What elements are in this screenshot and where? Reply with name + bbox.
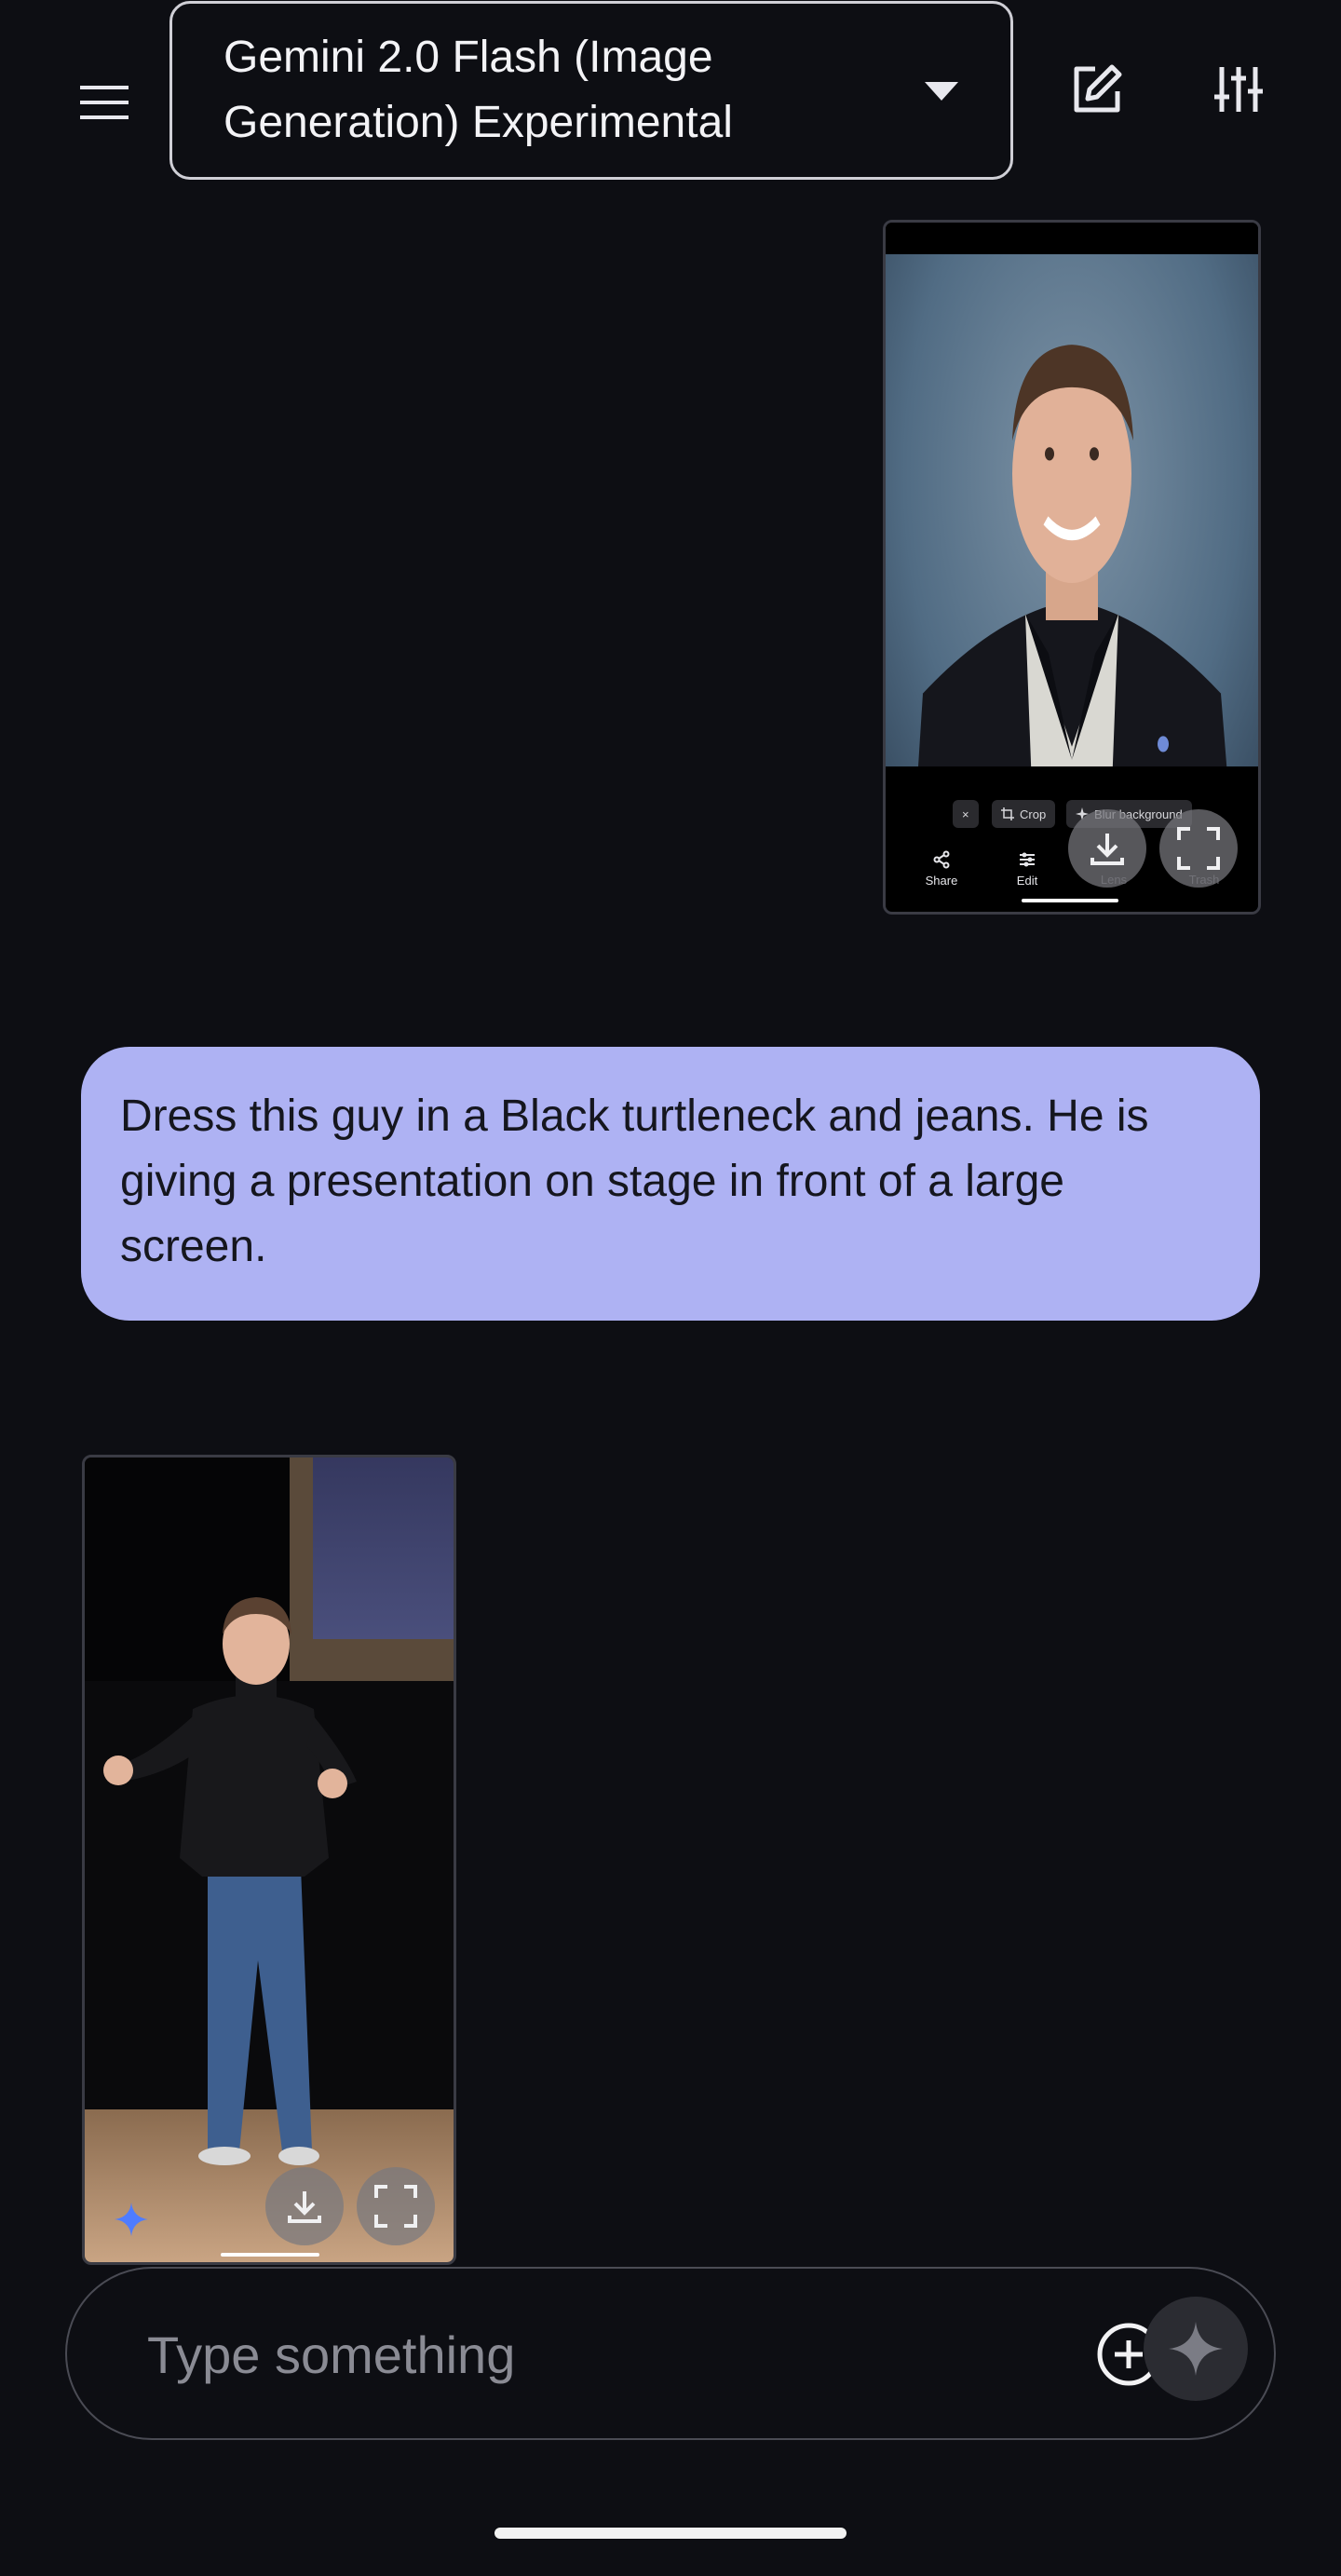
download-icon	[1090, 834, 1124, 865]
adjust-icon	[1020, 852, 1035, 867]
image-status-bar	[886, 223, 1258, 254]
system-home-indicator[interactable]	[494, 2528, 847, 2539]
menu-button[interactable]	[67, 65, 142, 140]
model-name: Gemini 2.0 Flash (Image Generation) Expe…	[224, 33, 733, 147]
settings-button[interactable]	[1201, 52, 1276, 127]
uploaded-image-card[interactable]: × Crop Blur background Share Edit Lens T…	[883, 220, 1261, 915]
crop-chip[interactable]: Crop	[992, 800, 1056, 828]
input-placeholder: Type something	[147, 2325, 516, 2384]
download-icon	[288, 2191, 321, 2223]
generated-image-card[interactable]	[82, 1455, 456, 2265]
edit-tool[interactable]: Edit	[999, 850, 1055, 888]
tune-sliders-icon	[1214, 67, 1263, 112]
generated-home-indicator	[221, 2253, 319, 2257]
share-tool[interactable]: Share	[914, 850, 969, 888]
message-input[interactable]: Type something	[65, 2267, 1276, 2440]
fullscreen-icon	[374, 2185, 417, 2228]
crop-icon	[1001, 807, 1014, 820]
run-button[interactable]	[1144, 2297, 1248, 2401]
chat-screen: Gemini 2.0 Flash (Image Generation) Expe…	[0, 0, 1341, 2576]
fullscreen-button[interactable]	[1159, 809, 1238, 888]
generated-stage-photo	[85, 1457, 454, 2262]
fullscreen-button-generated[interactable]	[357, 2167, 435, 2245]
user-message-bubble: Dress this guy in a Black turtleneck and…	[81, 1047, 1260, 1321]
download-button[interactable]	[1068, 809, 1146, 888]
caret-down-icon	[925, 82, 958, 101]
close-chip[interactable]: ×	[953, 800, 979, 828]
sparkle-send-icon	[1169, 2322, 1223, 2376]
fullscreen-icon	[1177, 827, 1220, 870]
ai-sparkle-icon	[115, 2203, 148, 2236]
model-selector[interactable]: Gemini 2.0 Flash (Image Generation) Expe…	[169, 1, 1013, 180]
new-chat-button[interactable]	[1060, 52, 1134, 127]
image-home-indicator	[1022, 899, 1118, 902]
hamburger-menu-icon	[80, 86, 129, 119]
share-icon	[933, 850, 950, 869]
edit-icon	[1074, 64, 1122, 113]
download-button-generated[interactable]	[265, 2167, 344, 2245]
user-message-text: Dress this guy in a Black turtleneck and…	[120, 1091, 1149, 1271]
